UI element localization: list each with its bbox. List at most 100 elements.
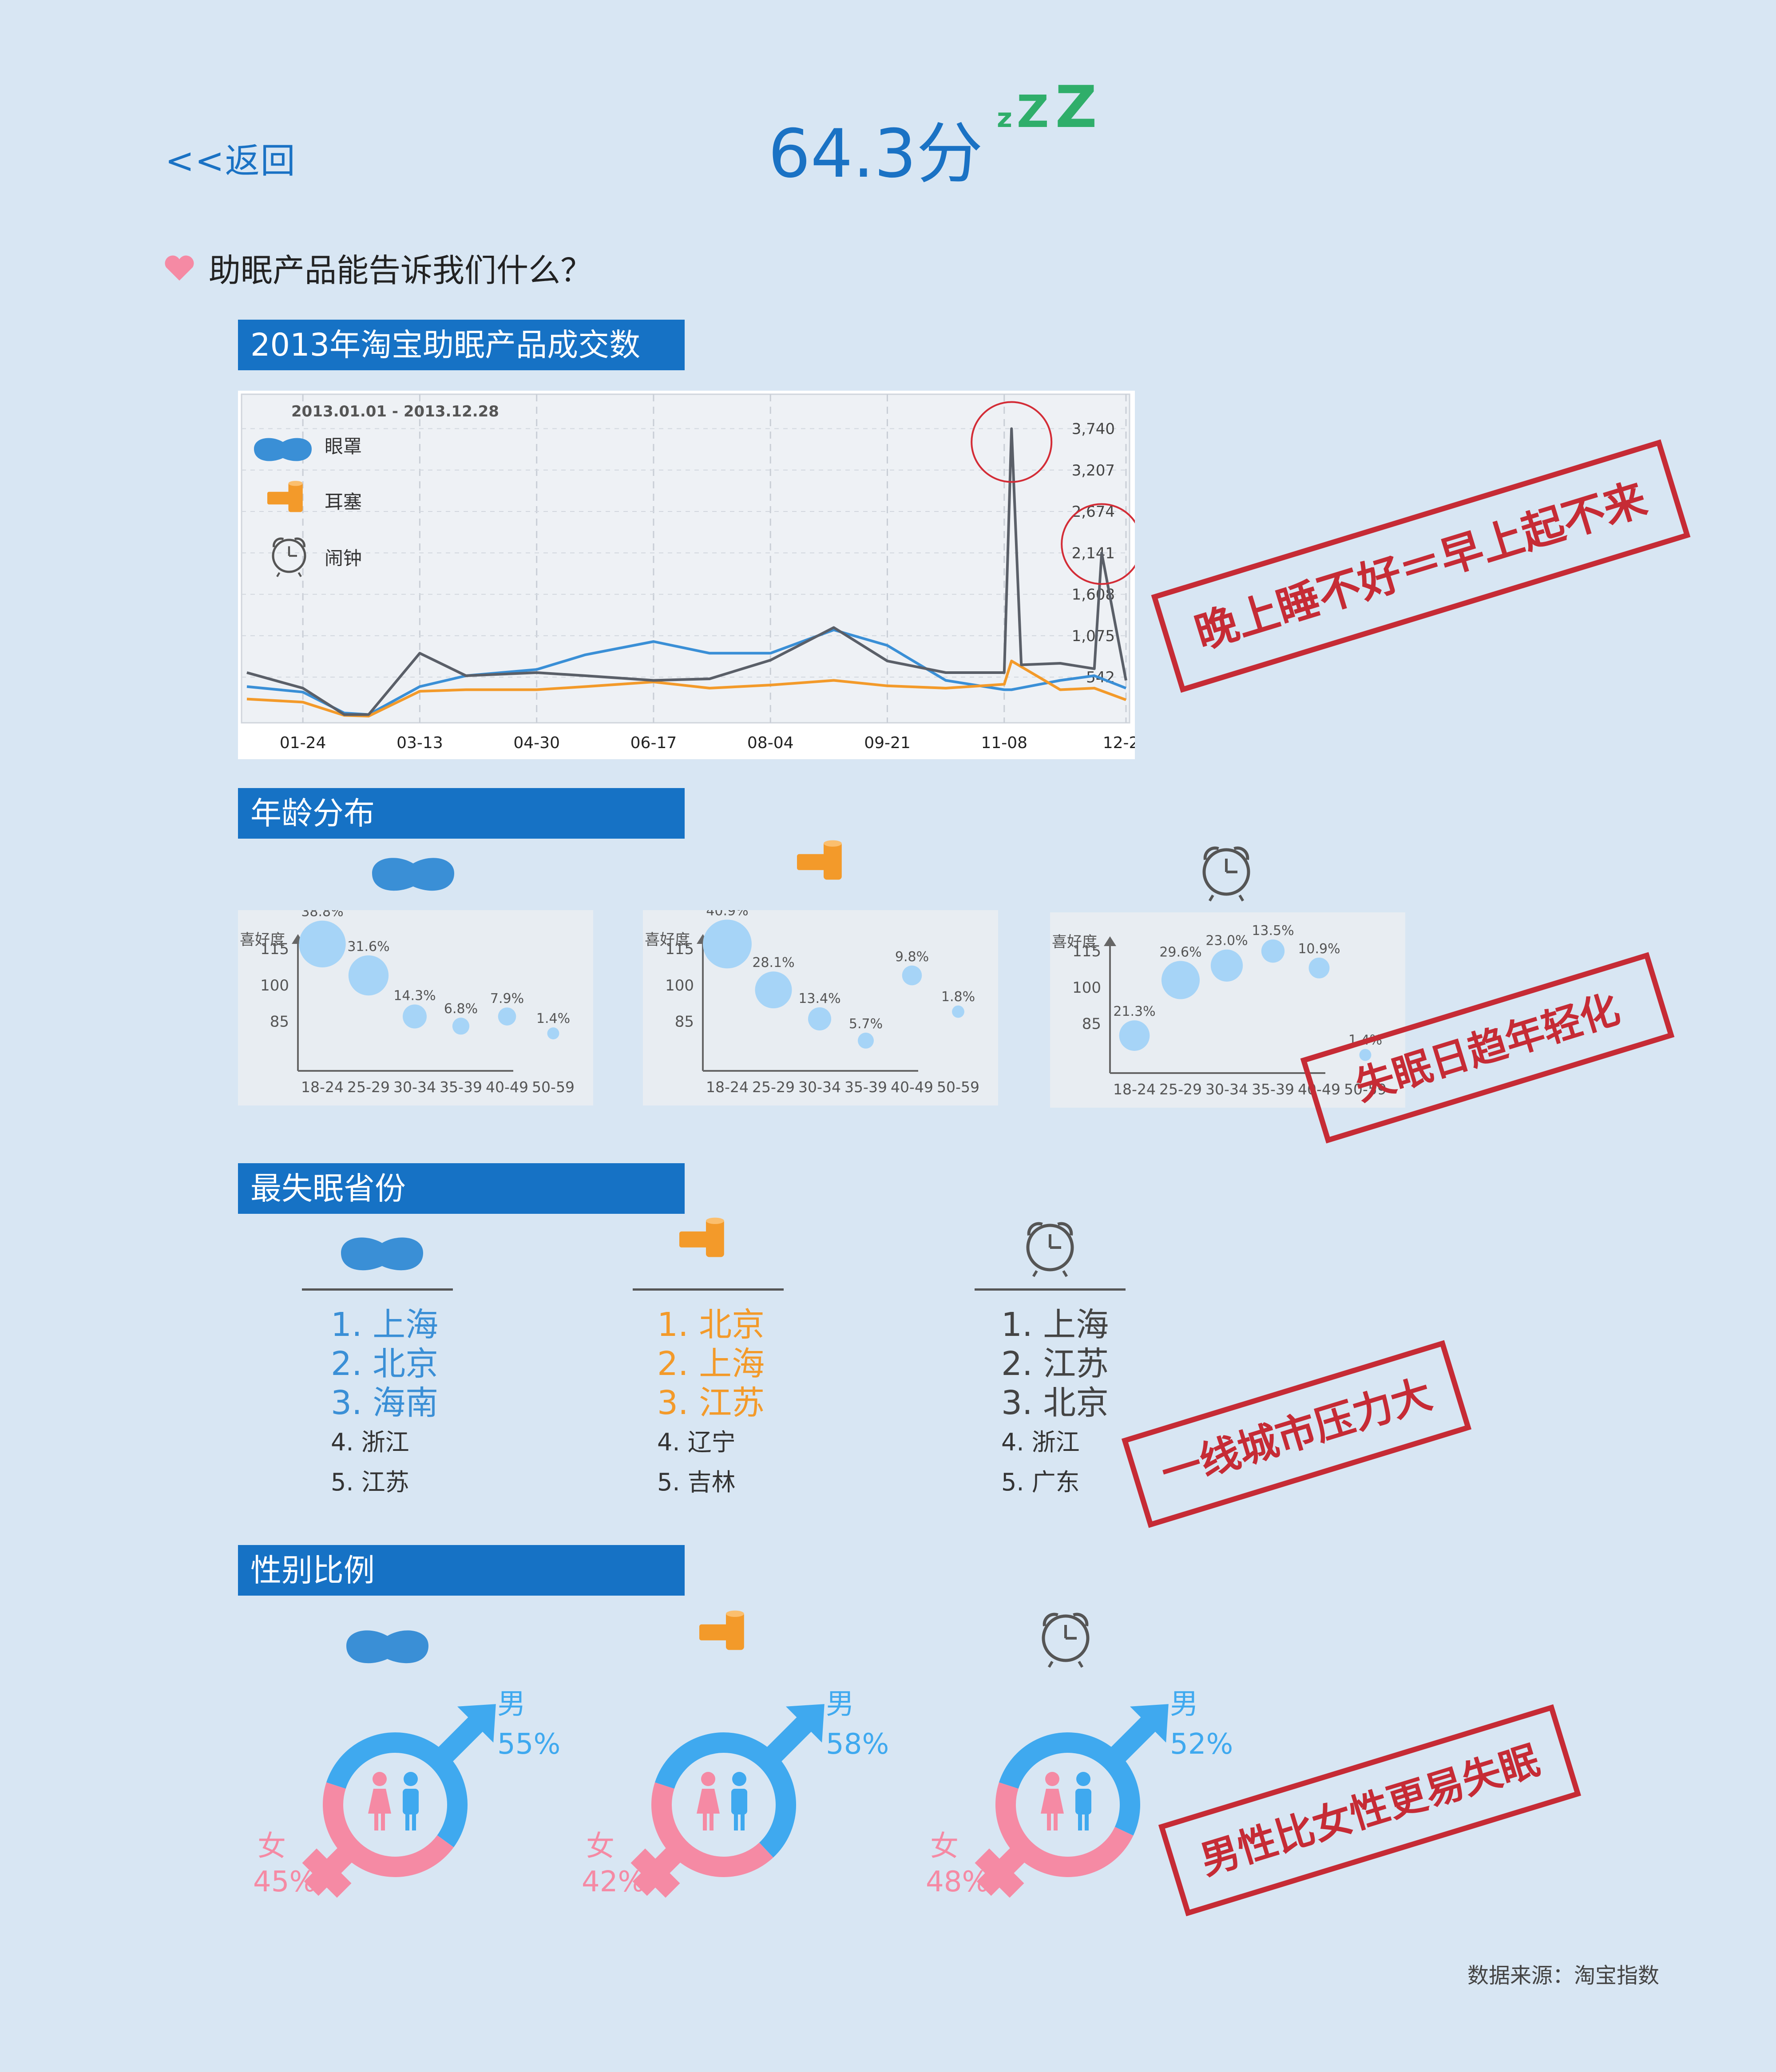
bubble	[299, 920, 346, 968]
bubble	[1308, 957, 1330, 979]
bubble	[348, 955, 389, 996]
eye-mask-icon	[341, 1237, 423, 1271]
x-tick-label: 50-59	[532, 1078, 575, 1096]
female-percent: 45%	[253, 1866, 316, 1898]
x-tick-label: 18-24	[706, 1078, 749, 1096]
y-tick-label: 100	[260, 977, 289, 994]
gender-chart-earplug: 男 58% 女42%	[582, 1688, 889, 1898]
female-label: 女	[586, 1830, 614, 1863]
sales-line-chart: 3,7403,2072,6742,1411,6081,07554201-24 03…	[238, 391, 1135, 759]
x-tick-label: 40-49	[891, 1078, 933, 1096]
province-item: 2. 江苏	[1001, 1345, 1109, 1383]
x-tick-label: 18-24	[1113, 1081, 1156, 1098]
bubble	[858, 1032, 874, 1049]
eye-mask-icon	[346, 1630, 428, 1664]
bubble-label: 1.4%	[536, 1011, 570, 1026]
bubble	[1161, 961, 1200, 999]
bubble	[547, 1027, 559, 1040]
section-title-gender: 性别比例	[238, 1545, 685, 1596]
bubble	[498, 1007, 516, 1026]
x-tick-label: 01-24	[280, 734, 326, 752]
x-tick-label: 18-24	[301, 1078, 344, 1096]
x-tick-label: 30-34	[1205, 1081, 1248, 1098]
bubble	[902, 965, 922, 986]
male-label: 男	[497, 1688, 526, 1721]
male-figure-icon	[403, 1772, 419, 1830]
legend-label: 闹钟	[325, 547, 362, 569]
age-chart-earplug: 喜好度1151008518-24 25-29 30-34 35-39 40-49 50-5…	[643, 910, 998, 1105]
x-tick-label: 30-34	[798, 1078, 841, 1096]
province-item: 4. 辽宁	[657, 1428, 736, 1456]
male-percent: 52%	[1170, 1728, 1233, 1761]
back-link[interactable]: <<返回	[165, 133, 296, 183]
province-list-earplug: 1. 北京 2. 上海 3. 江苏 4. 辽宁 5. 吉林	[657, 1305, 765, 1502]
x-tick-label: 25-29	[347, 1078, 390, 1096]
bubble-label: 14.3%	[393, 988, 436, 1004]
section-title-province: 最失眠省份	[238, 1163, 685, 1214]
female-figure-icon	[368, 1772, 391, 1830]
female-figure-icon	[697, 1772, 720, 1830]
y-tick-label: 115	[260, 940, 289, 958]
y-tick-label: 3,740	[1072, 420, 1115, 438]
province-list-alarm: 1. 上海 2. 江苏 3. 北京 4. 浙江 5. 广东	[1001, 1305, 1109, 1502]
bubble	[452, 1018, 470, 1035]
y-tick-label: 1,075	[1072, 627, 1115, 645]
male-arrow-shaft	[432, 1715, 485, 1767]
province-item: 3. 江苏	[657, 1384, 765, 1422]
province-item: 1. 上海	[1001, 1306, 1109, 1344]
bubble-label: 13.5%	[1252, 923, 1294, 939]
bubble	[1119, 1020, 1150, 1051]
x-tick-label: 50-59	[937, 1078, 979, 1096]
male-figure-icon	[1075, 1772, 1091, 1830]
bubble-label: 13.4%	[798, 991, 840, 1006]
y-tick-label: 100	[1072, 979, 1101, 997]
male-arrow-shaft	[761, 1715, 813, 1767]
section-title-age: 年龄分布	[238, 788, 685, 839]
province-item: 2. 北京	[331, 1345, 439, 1383]
data-source: 数据来源：淘宝指数	[1467, 1963, 1660, 1988]
x-tick-label: 03-13	[396, 734, 443, 752]
bubble-label: 28.1%	[752, 955, 794, 971]
bubble-label: 23.0%	[1205, 933, 1248, 949]
y-tick-label: 85	[270, 1013, 289, 1030]
province-list-eyemask: 1. 上海 2. 北京 3. 海南 4. 浙江 5. 江苏	[331, 1305, 438, 1502]
chart-subtitle: 2013.01.01 - 2013.12.28	[291, 403, 499, 420]
earplug-icon	[679, 1217, 724, 1257]
x-tick-label: 35-39	[844, 1078, 887, 1096]
female-percent: 42%	[582, 1866, 645, 1898]
divider	[302, 1288, 453, 1291]
y-tick-label: 2,141	[1072, 544, 1115, 562]
female-percent: 48%	[926, 1866, 989, 1898]
bubble-label: 40.9%	[706, 910, 748, 919]
province-item: 5. 江苏	[331, 1468, 409, 1496]
x-tick-label: 04-30	[513, 734, 560, 752]
x-tick-label: 09-21	[864, 734, 911, 752]
x-tick-label: 25-29	[1159, 1081, 1202, 1098]
alarm-clock-icon	[1042, 1612, 1090, 1668]
bubble	[402, 1004, 427, 1029]
y-tick-label: 100	[665, 977, 694, 994]
bubble-label: 1.8%	[941, 989, 975, 1005]
province-item: 2. 上海	[657, 1345, 765, 1383]
x-tick-label: 35-39	[1252, 1081, 1294, 1098]
province-item: 3. 海南	[331, 1384, 439, 1422]
x-tick-label: 35-39	[440, 1078, 482, 1096]
x-tick-label: 08-04	[747, 734, 794, 752]
earplug-icon	[699, 1610, 744, 1650]
bubble	[1210, 949, 1243, 982]
divider	[975, 1288, 1126, 1291]
alarm-clock-icon	[1026, 1222, 1074, 1277]
y-tick-label: 115	[1072, 943, 1101, 960]
province-item: 4. 浙江	[1001, 1428, 1080, 1456]
bubble-label: 31.6%	[347, 939, 389, 955]
female-figure-icon	[1041, 1772, 1064, 1830]
bubble-label: 6.8%	[444, 1001, 478, 1017]
legend-label: 耳塞	[325, 491, 362, 513]
province-item: 3. 北京	[1001, 1384, 1109, 1422]
bubble-label: 5.7%	[849, 1016, 883, 1032]
bubble-label: 10.9%	[1298, 941, 1340, 957]
age-chart-eyemask: 喜好度1151008518-24 25-29 30-34 35-39 40-49 50-5…	[238, 910, 593, 1105]
bubble	[755, 971, 792, 1009]
bubble-label: 29.6%	[1159, 944, 1201, 960]
divider	[633, 1288, 784, 1291]
